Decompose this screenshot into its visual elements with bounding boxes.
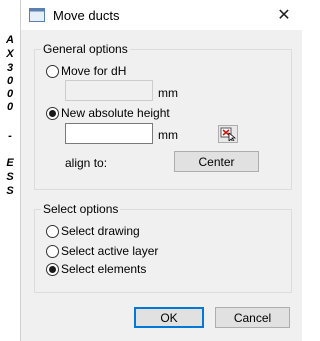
move-for-dh-radio[interactable]: Move for dH [46, 63, 126, 79]
radio-circle [46, 244, 59, 258]
side-strip-char: S [6, 185, 14, 197]
side-strip-char: 0 [6, 88, 14, 100]
close-button[interactable]: ✕ [265, 0, 303, 30]
side-strip-char: X [6, 48, 14, 60]
move-ducts-dialog: Move ducts ✕ General options Move for dH… [20, 0, 303, 341]
radio-selected-dot [49, 265, 56, 273]
side-strip-char: S [6, 171, 14, 183]
title-bar: Move ducts ✕ [21, 0, 303, 30]
pick-height-button[interactable] [218, 125, 238, 143]
select-drawing-label: Select drawing [61, 224, 140, 238]
align-center-button[interactable]: Center [174, 151, 259, 172]
move-for-dh-input[interactable] [65, 80, 153, 101]
general-options-legend: General options [41, 42, 130, 57]
side-strip-char: - [8, 130, 12, 142]
radio-circle [46, 262, 59, 276]
radio-circle [46, 64, 59, 78]
new-absolute-height-unit: mm [158, 128, 178, 142]
side-strip-char: E [6, 157, 14, 169]
side-strip-char: 0 [6, 75, 14, 87]
select-active-layer-label: Select active layer [61, 244, 159, 258]
side-strip-char: 3 [6, 62, 14, 74]
move-for-dh-label: Move for dH [61, 64, 127, 78]
close-icon: ✕ [277, 7, 291, 24]
side-strip-char: A [6, 34, 14, 46]
cancel-button[interactable]: Cancel [215, 307, 290, 328]
select-active-layer-radio[interactable]: Select active layer [46, 243, 158, 259]
select-drawing-radio[interactable]: Select drawing [46, 223, 140, 239]
select-options-legend: Select options [41, 202, 121, 217]
new-absolute-height-input[interactable] [65, 123, 153, 144]
radio-selected-dot [49, 109, 56, 117]
radio-circle [46, 224, 59, 238]
window-title: Move ducts [53, 8, 120, 23]
radio-circle [46, 106, 59, 120]
new-absolute-height-label: New absolute height [61, 106, 170, 120]
app-icon [29, 8, 45, 22]
ok-button[interactable]: OK [134, 307, 204, 328]
side-strip: A X 3 0 0 0 - E S S [0, 0, 20, 341]
select-elements-radio[interactable]: Select elements [46, 261, 146, 277]
select-elements-label: Select elements [61, 262, 147, 276]
new-absolute-height-radio[interactable]: New absolute height [46, 105, 170, 121]
side-strip-char: 0 [6, 101, 14, 113]
pick-height-icon [220, 127, 236, 141]
align-to-label: align to: [65, 156, 108, 170]
move-for-dh-unit: mm [158, 86, 178, 100]
